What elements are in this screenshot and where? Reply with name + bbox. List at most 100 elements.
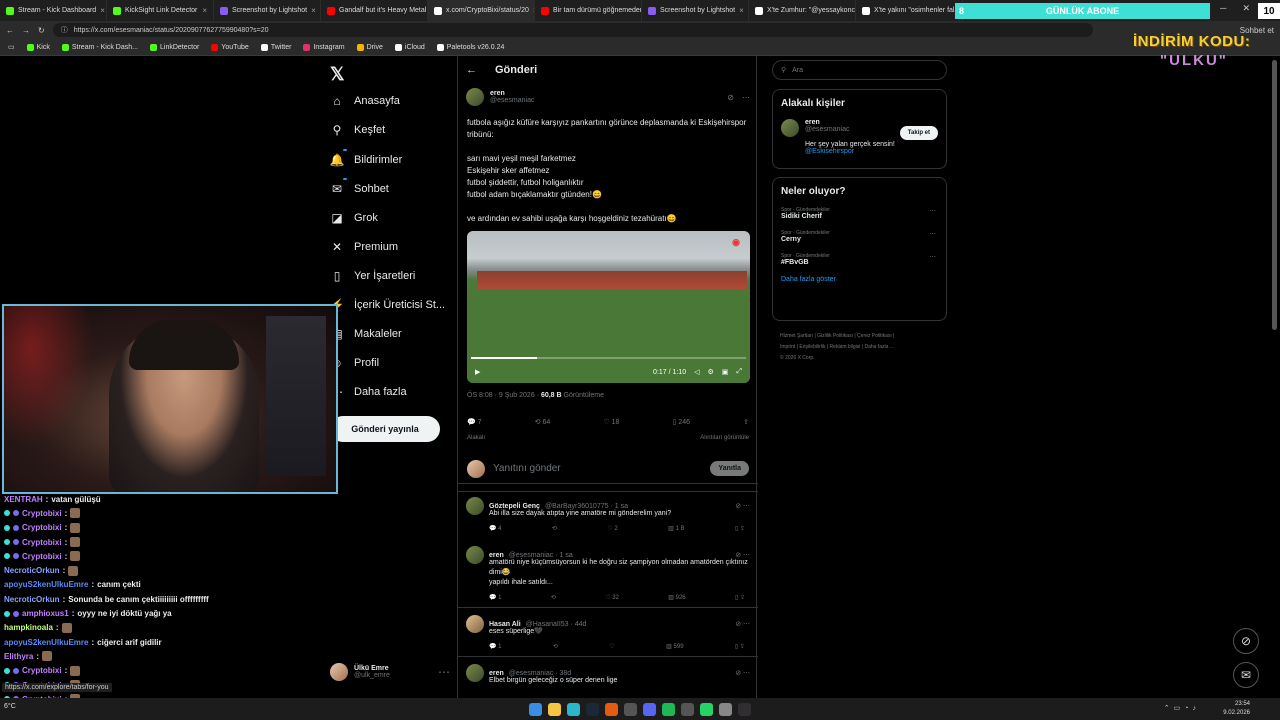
tab-close-icon[interactable]: × xyxy=(739,6,744,15)
more-icon[interactable]: ⋯ xyxy=(742,93,750,102)
browser-tab[interactable]: Gandalf but it's Heavy Metal× xyxy=(321,0,428,21)
heart-icon[interactable]: ♡ xyxy=(609,643,614,650)
reply-button[interactable]: Yanıtla xyxy=(710,461,749,476)
settings-icon[interactable]: ⚙ xyxy=(707,368,713,376)
more-icon[interactable]: ⊘ ⋯ xyxy=(735,502,750,510)
nav-item-daha-fazla[interactable]: ⋯Daha fazla xyxy=(330,385,407,399)
whatsapp-icon[interactable] xyxy=(700,702,713,716)
chat-username[interactable]: NecroticOrkun xyxy=(4,566,60,575)
reply-icon[interactable]: 💬 4 xyxy=(489,525,501,532)
spotify-icon[interactable] xyxy=(662,702,675,716)
show-more-link[interactable]: Daha fazla göster xyxy=(781,276,938,283)
grok-icon[interactable]: ⊘ xyxy=(727,93,734,102)
reply-input[interactable]: Yanıtını gönder xyxy=(493,463,561,474)
bookmark-item[interactable]: YouTube xyxy=(211,43,249,51)
heart-icon[interactable]: ♡ 2 xyxy=(607,525,617,532)
chat-username[interactable]: Cryptobixi xyxy=(22,523,62,532)
browser-tab[interactable]: X'te Zumhur: "@yessaykoncu× xyxy=(749,0,856,21)
chat-username[interactable]: XENTRAH xyxy=(4,495,43,504)
nav-item-makaleler[interactable]: ▤Makaleler xyxy=(330,327,401,341)
settings-icon[interactable] xyxy=(719,702,732,716)
obs-icon[interactable] xyxy=(738,702,751,716)
nav-item-i-çerik-üreticisi-st-[interactable]: ⚡İçerik Üreticisi St... xyxy=(330,298,446,312)
tab-close-icon[interactable]: × xyxy=(202,6,207,15)
grok-float-icon[interactable]: ⊘ xyxy=(1233,628,1259,654)
browser-tab[interactable]: Bir tam dürümü göğnemeden× xyxy=(535,0,642,21)
nav-item-yer-i-şaretleri[interactable]: ▯ Yer İşaretleri xyxy=(330,269,416,283)
scrollbar[interactable] xyxy=(1272,60,1277,330)
author-avatar[interactable] xyxy=(466,88,484,106)
video-progress[interactable] xyxy=(471,357,746,359)
nav-item-anasayfa[interactable]: ⌂ Anasayfa xyxy=(330,94,400,108)
view-quotes-link[interactable]: Alıntıları görüntüle xyxy=(700,435,749,441)
site-info-icon[interactable]: ⓘ xyxy=(61,25,68,35)
bookmark-item[interactable]: Twitter xyxy=(260,43,291,51)
bookmark-action[interactable]: ▯ 246 xyxy=(673,418,691,426)
account-switcher[interactable]: Ülkü Emre @ulk_emre ⋯ xyxy=(330,660,450,684)
search-input[interactable]: ⚲ Ara xyxy=(772,60,947,80)
minimize-icon[interactable]: ─ xyxy=(1220,3,1226,19)
browser-icon[interactable] xyxy=(605,702,618,716)
views-icon[interactable]: ▥ 926 xyxy=(668,594,685,601)
bookmark-item[interactable]: Instagram xyxy=(303,43,345,51)
tab-close-icon[interactable]: × xyxy=(100,6,105,15)
author-name[interactable]: eren xyxy=(490,90,534,97)
browser-tab[interactable]: X'te yakını "osimhenler falan× xyxy=(856,0,963,21)
bookmark-icon[interactable]: ▯ ⇪ xyxy=(735,643,745,650)
avatar[interactable] xyxy=(466,615,484,633)
chat-username[interactable]: amphioxus1 xyxy=(22,609,69,618)
app-icon[interactable] xyxy=(681,702,694,716)
repost-icon[interactable]: ⟲ xyxy=(551,594,556,601)
browser-tab[interactable]: x.com/CryptoBixi/status/20× xyxy=(428,0,535,21)
chat-username[interactable]: Cryptobixi xyxy=(22,552,62,561)
reply-action[interactable]: 💬 7 xyxy=(467,418,482,426)
reply-icon[interactable]: 💬 1 xyxy=(489,594,501,601)
more-icon[interactable]: ⋯ xyxy=(929,230,936,238)
views-icon[interactable]: ▥ 599 xyxy=(666,643,683,650)
repost-icon[interactable]: ⟲ xyxy=(552,525,557,532)
reply-item[interactable]: eren @esesmaniac · 1 sa ⊘ ⋯ amatörü niye kü… xyxy=(466,546,750,601)
file-explorer-icon[interactable] xyxy=(548,702,561,716)
bookmark-item[interactable]: LinkDetector xyxy=(150,43,199,51)
nav-item-grok[interactable]: ◪ Grok xyxy=(330,211,378,225)
reply-item[interactable]: Hasan Ali @HasanaII53 · 44d ⊘ ⋯ eses süperl… xyxy=(466,615,750,650)
repost-action[interactable]: ⟲ 64 xyxy=(535,418,551,426)
browser-tab[interactable]: Screenshot by Lightshot × xyxy=(214,0,321,21)
apps-icon[interactable]: ▭ xyxy=(8,43,15,51)
more-icon[interactable]: ⊘ ⋯ xyxy=(735,620,750,628)
messages-float-icon[interactable]: ✉ xyxy=(1233,662,1259,688)
reply-item[interactable]: Göztepeli Genç @BarBayr36010775 · 1 sa ⊘ ⋯… xyxy=(466,497,750,532)
volume-icon[interactable]: ◁ xyxy=(694,368,699,376)
browser-tab[interactable]: Stream - Kick Dashboard × xyxy=(0,0,107,21)
nav-item-sohbet[interactable]: ✉ Sohbet xyxy=(330,178,389,196)
avatar[interactable] xyxy=(466,546,484,564)
author-handle[interactable]: @esesmaniac xyxy=(490,97,534,104)
url-input[interactable]: ⓘ https://x.com/esesmaniac/status/202090… xyxy=(52,23,1093,37)
repost-icon[interactable]: ⟲ xyxy=(553,643,558,650)
back-arrow-icon[interactable]: ← xyxy=(466,64,477,76)
chat-username[interactable]: Elithyra xyxy=(4,652,33,661)
back-icon[interactable]: ← xyxy=(6,26,14,35)
browser-tab[interactable]: Screenshot by Lightshot × xyxy=(642,0,749,21)
browser-tab[interactable]: KickSight Link Detector × xyxy=(107,0,214,21)
chat-username[interactable]: Cryptobixi xyxy=(22,666,62,675)
more-icon[interactable]: ⊘ ⋯ xyxy=(735,669,750,677)
more-icon[interactable]: ⋯ xyxy=(929,207,936,215)
tab-close-icon[interactable]: × xyxy=(311,6,316,15)
bookmark-item[interactable]: Stream - Kick Dash... xyxy=(61,43,138,51)
bookmark-icon[interactable]: ▯ ⇪ xyxy=(735,594,745,601)
nav-item-premium[interactable]: ✕ Premium xyxy=(330,240,398,254)
forward-icon[interactable]: → xyxy=(22,26,30,35)
like-action[interactable]: ♡ 18 xyxy=(603,418,619,426)
weather-widget[interactable]: 6°C xyxy=(4,703,16,710)
trend-item[interactable]: Spor · Gündemdekiler #FBvGB ⋯ xyxy=(781,253,938,266)
chat-username[interactable]: Cryptobixi xyxy=(22,538,62,547)
nav-item-bildirimler[interactable]: 🔔 Bildirimler xyxy=(330,149,402,167)
edge-icon[interactable] xyxy=(567,702,580,716)
reply-icon[interactable]: 💬 1 xyxy=(489,643,501,650)
bookmark-icon[interactable]: ▯ ⇪ xyxy=(735,525,745,532)
start-icon[interactable] xyxy=(529,702,542,716)
share-icon[interactable]: ⇪ xyxy=(743,418,749,426)
chat-username[interactable]: apoyuS2kenUlkuEmre xyxy=(4,580,88,589)
system-tray[interactable]: ⌃▭◔♪ xyxy=(1164,704,1200,712)
